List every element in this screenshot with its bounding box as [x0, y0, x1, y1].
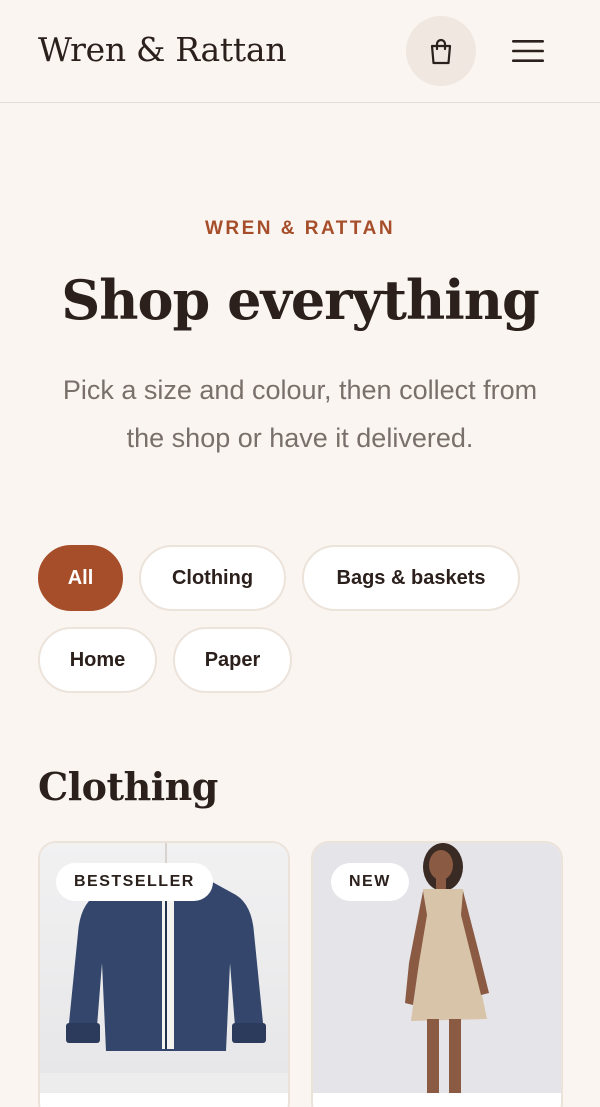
- product-badge: BESTSELLER: [56, 863, 213, 901]
- filter-chip-paper[interactable]: Paper: [173, 627, 292, 693]
- product-card[interactable]: NEW: [311, 841, 563, 1107]
- filter-chip-bags-baskets[interactable]: Bags & baskets: [302, 545, 520, 611]
- filter-chip-home[interactable]: Home: [38, 627, 157, 693]
- filter-chip-clothing[interactable]: Clothing: [139, 545, 286, 611]
- site-header: Wren & Rattan: [0, 0, 600, 103]
- product-card[interactable]: BESTSELLER: [38, 841, 290, 1107]
- filter-chip-all[interactable]: All: [38, 545, 123, 611]
- hero-eyebrow: WREN & RATTAN: [204, 218, 396, 239]
- menu-button[interactable]: [506, 32, 550, 70]
- brand-logo[interactable]: Wren & Rattan: [38, 30, 286, 69]
- cart-button[interactable]: [406, 16, 476, 86]
- shopping-bag-icon: [430, 38, 452, 65]
- hero-subtitle: Pick a size and colour, then collect fro…: [62, 375, 538, 453]
- product-badge: NEW: [331, 863, 409, 901]
- hamburger-menu-icon: [512, 40, 544, 62]
- section-title-clothing: Clothing: [38, 764, 218, 809]
- page-title: Shop everything: [61, 268, 540, 332]
